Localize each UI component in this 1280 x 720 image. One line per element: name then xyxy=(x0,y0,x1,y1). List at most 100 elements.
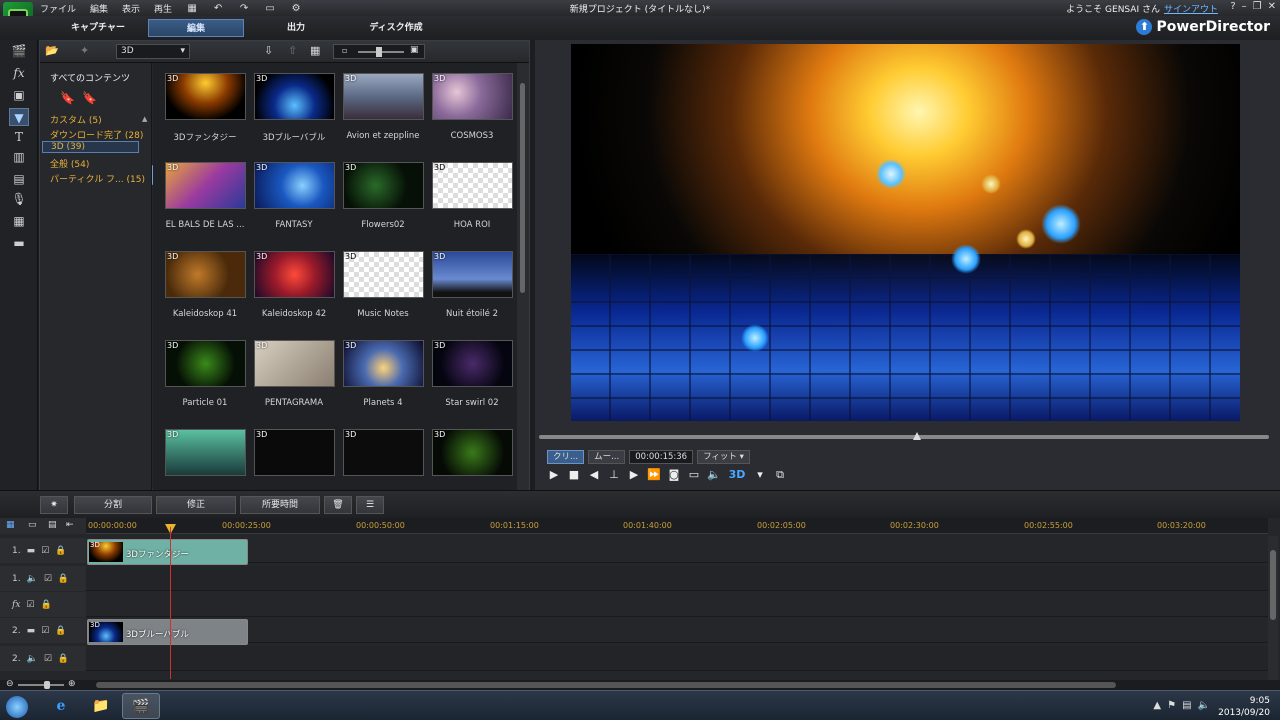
category-general[interactable]: 全般 (54) xyxy=(50,157,89,170)
upload-icon[interactable]: ⇧ xyxy=(288,44,297,57)
zoom-out-icon[interactable]: ⊖ xyxy=(6,679,14,689)
duration-button[interactable]: 所要時間 xyxy=(240,496,320,514)
external-display-icon[interactable]: ▭ xyxy=(687,468,701,482)
checkbox-icon[interactable]: ☑ xyxy=(44,654,52,664)
powerdirector-task-icon[interactable]: 🎬 xyxy=(122,693,160,719)
category-particle[interactable]: パーティクル フ... (15) xyxy=(50,172,145,185)
network-icon[interactable]: ▤ xyxy=(1182,700,1191,711)
minimize-icon[interactable]: – xyxy=(1242,1,1247,12)
category-3d[interactable]: 3D (39) xyxy=(42,141,139,153)
template-thumb[interactable]: 3D xyxy=(343,251,424,298)
display-icon[interactable]: ▭ xyxy=(264,2,276,14)
settings-icon[interactable]: ⚙ xyxy=(290,2,302,14)
magic-tools-button[interactable]: ✷ xyxy=(40,496,68,514)
explorer-icon[interactable]: 📁 xyxy=(82,693,120,719)
lock-icon[interactable]: 🔒 xyxy=(55,546,66,556)
template-thumb[interactable]: 3D xyxy=(432,73,513,120)
close-icon[interactable]: ✕ xyxy=(1268,1,1276,12)
template-thumb[interactable]: 3D xyxy=(343,429,424,476)
zoom-slider-handle[interactable] xyxy=(44,681,50,689)
category-downloaded[interactable]: ダウンロード完了 (28) xyxy=(50,128,143,141)
transition-room-icon[interactable]: ▥ xyxy=(9,148,29,166)
template-thumb[interactable]: 3D xyxy=(432,251,513,298)
template-thumb[interactable]: 3D xyxy=(254,251,335,298)
checkbox-icon[interactable]: ☑ xyxy=(41,626,49,636)
all-content-label[interactable]: すべてのコンテンツ xyxy=(50,71,130,84)
menu-file[interactable]: ファイル xyxy=(40,2,76,15)
audio-mixing-icon[interactable]: ▤ xyxy=(9,170,29,188)
media-room-icon[interactable]: 🎬 xyxy=(9,42,29,60)
snapshot-icon[interactable]: ◙ xyxy=(667,468,681,482)
add-tag-icon[interactable]: 🔖 xyxy=(60,91,75,105)
title-room-icon[interactable]: T xyxy=(9,128,29,146)
zoom-in-icon[interactable]: ⊕ xyxy=(68,679,76,689)
fast-forward-icon[interactable]: ⏩ xyxy=(647,468,661,482)
template-thumb[interactable]: 3D xyxy=(165,251,246,298)
grid-view-icon[interactable]: ▦ xyxy=(310,44,320,57)
tray-expand-icon[interactable]: ▲ xyxy=(1153,700,1161,711)
movie-mode-button[interactable]: ムー... xyxy=(588,450,626,464)
ie-icon[interactable]: e xyxy=(42,693,80,719)
lock-icon[interactable]: 🔒 xyxy=(55,626,66,636)
delete-button[interactable]: 🗑 xyxy=(324,496,352,514)
help-button[interactable]: ? xyxy=(1230,1,1235,12)
tab-edit[interactable]: 編集 xyxy=(148,19,244,37)
library-scroll-thumb[interactable] xyxy=(520,83,525,293)
template-thumb[interactable]: 3D xyxy=(432,429,513,476)
timeline-clip-bluebubble[interactable]: 3D 3Dブルーバブル xyxy=(87,619,248,645)
signout-link[interactable]: サインアウト xyxy=(1164,2,1218,15)
template-thumb[interactable]: 3D xyxy=(165,162,246,209)
checkbox-icon[interactable]: ☑ xyxy=(26,600,34,610)
tree-scrollbar[interactable]: ▲ xyxy=(142,113,148,487)
tab-output[interactable]: 出力 xyxy=(248,19,344,37)
template-thumb[interactable]: 3D xyxy=(165,429,246,476)
template-thumb[interactable]: 3D xyxy=(254,340,335,387)
3d-mode-button[interactable]: 3D xyxy=(727,468,747,482)
timeline-vscrollbar[interactable] xyxy=(1268,536,1278,688)
timeline-vscroll-thumb[interactable] xyxy=(1270,550,1276,620)
subtitle-room-icon[interactable]: ▬ xyxy=(9,234,29,252)
prev-frame-icon[interactable]: ◀ xyxy=(587,468,601,482)
preview-scrubber[interactable] xyxy=(539,435,1269,439)
template-thumb[interactable]: 3D xyxy=(432,340,513,387)
tab-disc[interactable]: ディスク作成 xyxy=(348,19,444,37)
chevron-down-icon[interactable]: ▾ xyxy=(753,468,767,482)
zoom-slider[interactable] xyxy=(18,684,64,686)
import-icon[interactable]: 📂 xyxy=(45,44,59,57)
template-thumb[interactable]: 3D xyxy=(343,340,424,387)
slider-handle[interactable] xyxy=(376,47,382,57)
particle-room-icon[interactable]: ▼ xyxy=(9,108,29,126)
fit-select[interactable]: フィット ▾ xyxy=(697,450,750,464)
next-frame-icon[interactable]: ▶ xyxy=(627,468,641,482)
save-icon[interactable]: ▦ xyxy=(186,2,198,14)
effect-room-icon[interactable]: fx xyxy=(9,64,29,82)
menu-view[interactable]: 表示 xyxy=(122,2,140,15)
voice-record-icon[interactable]: 🎙 xyxy=(9,190,29,208)
category-custom[interactable]: カスタム (5) xyxy=(50,113,102,126)
template-thumb[interactable]: 3D xyxy=(165,73,246,120)
storyboard-view-icon[interactable]: ▭ xyxy=(28,520,37,530)
track-manager-icon[interactable]: ▤ xyxy=(48,520,57,530)
template-thumb[interactable]: 3D xyxy=(165,340,246,387)
timeline-hscroll-thumb[interactable] xyxy=(96,682,1116,688)
lock-icon[interactable]: 🔒 xyxy=(58,574,69,584)
remove-tag-icon[interactable]: 🔖 xyxy=(82,91,97,105)
volume-tray-icon[interactable]: 🔈 xyxy=(1198,700,1210,711)
checkbox-icon[interactable]: ☑ xyxy=(41,546,49,556)
template-thumb[interactable]: 3D xyxy=(343,162,424,209)
volume-icon[interactable]: 🔈 xyxy=(707,468,721,482)
timeline-ruler[interactable]: 00:00:00:00 00:00:25:00 00:00:50:00 00:0… xyxy=(86,518,1268,534)
redo-icon[interactable]: ↷ xyxy=(238,2,250,14)
fit-timeline-icon[interactable]: ⇤ xyxy=(66,520,74,530)
tab-capture[interactable]: キャプチャー xyxy=(50,19,146,37)
chapter-room-icon[interactable]: ▦ xyxy=(9,212,29,230)
system-clock[interactable]: 9:05 2013/09/20 xyxy=(1218,695,1270,719)
clip-mode-button[interactable]: クリ... xyxy=(547,450,585,464)
checkbox-icon[interactable]: ☑ xyxy=(44,574,52,584)
pip-room-icon[interactable]: ▣ xyxy=(9,86,29,104)
split-icon[interactable]: ⊥ xyxy=(607,468,621,482)
download-icon[interactable]: ⇩ xyxy=(264,44,273,57)
restore-icon[interactable]: ❐ xyxy=(1253,1,1262,12)
more-tools-button[interactable]: ☰ xyxy=(356,496,384,514)
play-icon[interactable]: ▶ xyxy=(547,468,561,482)
